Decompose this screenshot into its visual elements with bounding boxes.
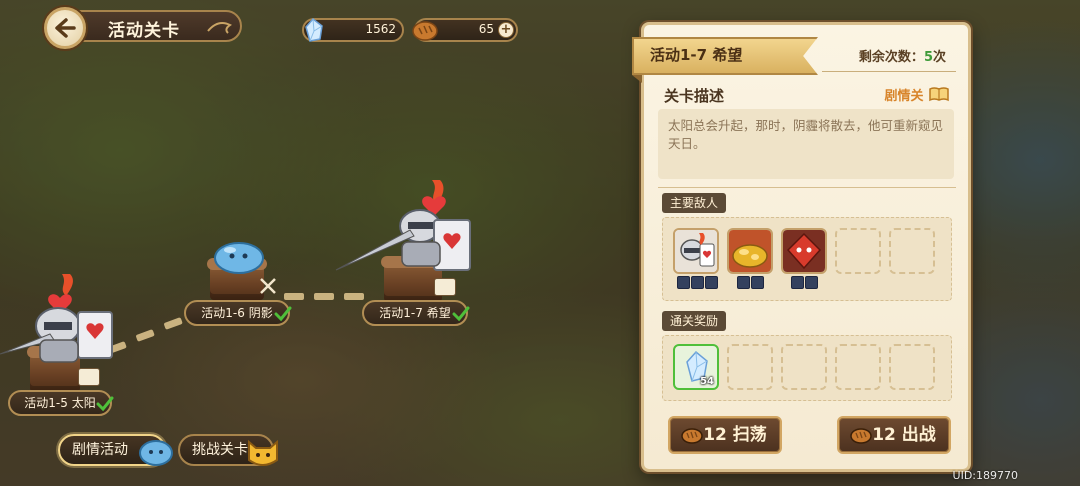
blue-slime-figure-icon[interactable] xyxy=(212,238,266,274)
back-arrow-icon xyxy=(55,18,76,38)
story-tag-label: 剧情关 xyxy=(884,89,924,104)
bread-count: 65 xyxy=(478,22,494,36)
gold-treasure-icon xyxy=(729,230,771,272)
trait-icon xyxy=(751,276,764,289)
stage-detail-panel: 活动1-7 希望 剩余次数：5次 关卡描述 剧情关 太阳总会升起，那时，阴霾将散… xyxy=(632,22,971,472)
trait-icon xyxy=(691,276,704,289)
check-icon xyxy=(96,396,114,412)
bread-icon xyxy=(412,21,438,41)
trait-icon xyxy=(705,276,718,289)
trait-icons-row xyxy=(677,276,718,289)
page-title-bar: 活动关卡 xyxy=(66,10,242,42)
stage-title-ribbon: 活动1-7 希望 xyxy=(632,37,818,75)
flourish-ornament-icon xyxy=(207,22,232,34)
remaining-attempts: 剩余次数：5次 xyxy=(859,46,946,65)
trait-icon xyxy=(677,276,690,289)
bread-currency: 65 + xyxy=(412,18,518,42)
sweep-button-label: 12 扫荡 xyxy=(703,425,767,445)
user-id: UID:189770 xyxy=(952,469,1018,482)
enemy-gold-treasure[interactable] xyxy=(727,228,773,274)
remaining-unit: 次 xyxy=(932,50,946,65)
stage-name: 活动1-6 阴影 xyxy=(201,306,273,320)
empty-enemy-slot xyxy=(889,228,935,274)
yellow-cat-icon xyxy=(248,439,278,466)
back-button[interactable] xyxy=(44,7,86,49)
heart-knight-boss-figure-icon[interactable] xyxy=(334,176,474,280)
red-card-soldier-icon xyxy=(783,230,825,272)
enemy-red-card-soldier[interactable] xyxy=(781,228,827,274)
enemies-label: 主要敌人 xyxy=(662,193,727,213)
trait-icons-row xyxy=(791,276,818,289)
sweep-button[interactable]: 12 扫荡 xyxy=(668,416,782,454)
empty-reward-slot xyxy=(781,344,827,390)
stage-name: 活动1-7 希望 xyxy=(379,306,451,320)
trait-icon xyxy=(791,276,804,289)
gem-currency: 1562 xyxy=(302,17,404,42)
blue-slime-icon xyxy=(139,440,173,466)
empty-reward-slot xyxy=(889,344,935,390)
remaining-count: 5 xyxy=(923,50,933,65)
empty-reward-slot xyxy=(835,344,881,390)
story-book-icon xyxy=(434,278,456,296)
rewards-list: 54 xyxy=(662,335,952,401)
empty-enemy-slot xyxy=(835,228,881,274)
remaining-label: 剩余次数： xyxy=(858,50,924,65)
tab-story-event[interactable]: 剧情活动 xyxy=(58,434,173,466)
add-bread-button[interactable]: + xyxy=(498,22,514,38)
bread-icon xyxy=(681,428,703,444)
tab-label: 挑战关卡 xyxy=(192,442,248,458)
crossed-swords-icon xyxy=(260,278,276,294)
description-title: 关卡描述 xyxy=(664,87,725,105)
crystal-gem-icon xyxy=(305,17,323,42)
page-title: 活动关卡 xyxy=(108,21,180,41)
check-icon xyxy=(274,306,292,322)
reward-crystal[interactable]: 54 xyxy=(673,344,719,390)
rewards-label: 通关奖励 xyxy=(662,311,727,331)
divider xyxy=(658,187,956,188)
empty-reward-slot xyxy=(727,344,773,390)
trait-icon xyxy=(737,276,750,289)
stage-label-1-7[interactable]: 活动1-7 希望 xyxy=(362,300,470,326)
story-stage-tag: 剧情关 xyxy=(884,85,950,104)
stage-label-1-6[interactable]: 活动1-6 阴影 xyxy=(184,300,292,326)
battle-button[interactable]: 12 出战 xyxy=(837,416,951,454)
battle-button-label: 12 出战 xyxy=(872,425,936,445)
open-book-icon xyxy=(929,87,949,102)
gem-count: 1562 xyxy=(365,22,396,36)
stage-name: 活动1-5 太阳 xyxy=(24,396,96,410)
bread-icon xyxy=(850,428,872,444)
trait-icon xyxy=(805,276,818,289)
stage-description: 太阳总会升起，那时，阴霾将散去，他可重新窥见天日。 xyxy=(658,109,954,179)
enemy-heart-knight[interactable] xyxy=(673,228,719,274)
check-icon xyxy=(452,306,470,322)
heart-knight-figure-icon[interactable] xyxy=(0,268,120,378)
tab-challenge-stage[interactable]: 挑战关卡 xyxy=(178,434,278,466)
heart-knight-icon xyxy=(675,230,717,272)
tab-label: 剧情活动 xyxy=(72,442,128,458)
divider xyxy=(822,71,956,72)
trait-icons-row xyxy=(737,276,764,289)
stage-label-1-5[interactable]: 活动1-5 太阳 xyxy=(8,390,114,416)
enemies-list xyxy=(662,217,952,301)
reward-quantity: 54 xyxy=(700,376,714,387)
story-book-icon xyxy=(78,368,100,386)
